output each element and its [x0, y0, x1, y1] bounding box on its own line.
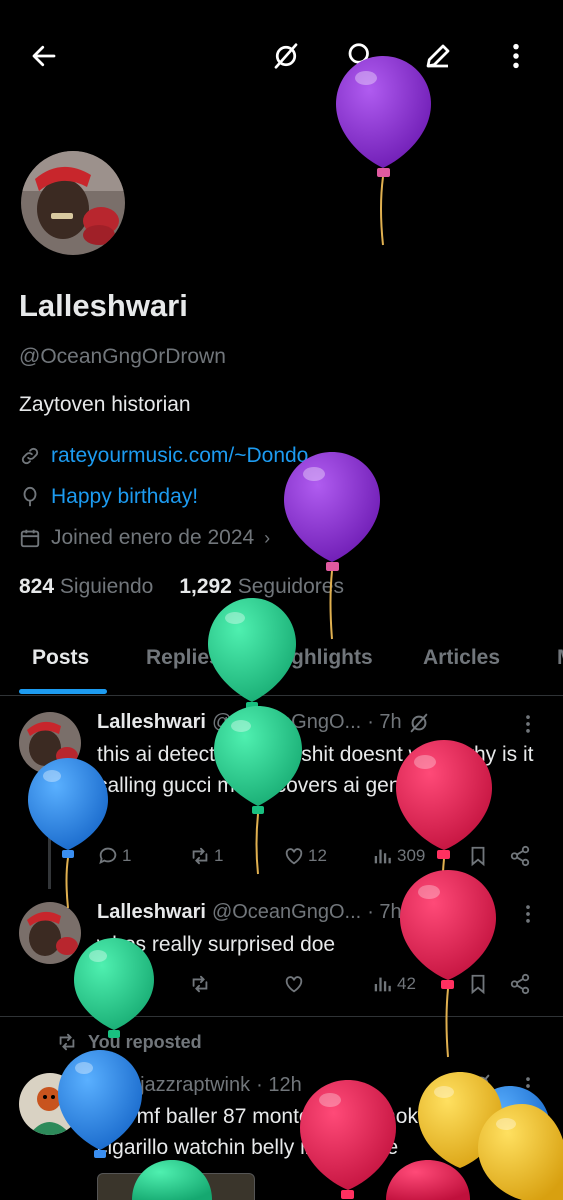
repost-icon [192, 847, 208, 865]
post-avatar[interactable] [19, 902, 81, 964]
birthday-text[interactable]: Happy birthday! [51, 485, 198, 509]
post-time: · 7h [367, 711, 402, 733]
follow-stats: 824 Siguiendo 1,292 Seguidores [19, 575, 344, 599]
post-avatar[interactable] [19, 1073, 81, 1135]
profile-avatar[interactable] [18, 148, 128, 258]
top-bar [0, 0, 563, 112]
views-button[interactable]: 309 [372, 845, 425, 867]
chevron-right-icon: › [264, 527, 271, 548]
profile-link[interactable]: rateyourmusic.com/~Dondo [51, 444, 308, 468]
post-more-icon[interactable] [517, 713, 539, 735]
share-button[interactable] [509, 845, 531, 867]
repost-indicator: You reposted [56, 1031, 202, 1053]
post-author-name[interactable]: Lalleshwari [97, 901, 206, 924]
post-2[interactable]: Lalleshwari @OceanGngO... · 7h whos real… [0, 885, 563, 1015]
edit-icon [426, 44, 450, 68]
edit-button[interactable] [418, 36, 458, 76]
reply-icon [99, 975, 117, 993]
post-header: ✦ @jazzraptwink · 12h [97, 1073, 302, 1098]
profile-link-row: rateyourmusic.com/~Dondo [19, 444, 308, 468]
like-button[interactable]: 12 [283, 845, 327, 867]
post-author-name[interactable]: Lalleshwari [97, 711, 206, 734]
post-author-handle[interactable]: @OceanGngO... [212, 901, 361, 924]
share-icon [510, 845, 530, 867]
post-actions: 42 [97, 973, 537, 1003]
views-icon [374, 977, 391, 992]
profile-name: Lalleshwari [19, 288, 188, 323]
reply-icon [99, 847, 117, 865]
joined-text: Joined enero de 2024 [51, 526, 255, 549]
tab-highlights[interactable]: Highlights [270, 646, 373, 670]
repost-button[interactable]: 1 [189, 845, 223, 867]
post-avatar[interactable] [19, 712, 81, 774]
followers-stat[interactable]: 1,292 Seguidores [179, 575, 344, 599]
joined-row: Joined enero de 2024 › [19, 526, 270, 550]
search-icon [348, 43, 373, 68]
search-button[interactable] [340, 36, 380, 76]
post-more-icon[interactable] [517, 903, 539, 925]
tab-more[interactable]: M [557, 646, 563, 670]
repost-label: You reposted [88, 1031, 202, 1052]
grok-icon [274, 43, 298, 69]
repost-icon [192, 975, 208, 993]
repost-icon [59, 1033, 75, 1051]
link-icon [21, 447, 39, 465]
views-icon [374, 849, 391, 864]
bookmark-icon [471, 846, 485, 867]
post-more-icon[interactable] [517, 1075, 539, 1097]
post-actions: 1 1 12 309 [97, 845, 537, 875]
more-vertical-icon [513, 43, 519, 69]
calendar-icon [20, 529, 40, 548]
post-header: Lalleshwari @OceanGngO... · 7h [97, 901, 430, 924]
back-button[interactable] [24, 36, 64, 76]
profile-tabs: Posts Replies Highlights Articles M [0, 630, 563, 696]
repost-button[interactable] [189, 973, 211, 995]
post-header: Lalleshwari @OceanGngO... · 7h [97, 711, 430, 734]
tab-posts[interactable]: Posts [32, 646, 89, 670]
thread-line [48, 779, 51, 889]
heart-icon [285, 976, 303, 993]
share-button[interactable] [509, 973, 531, 995]
bookmark-icon [471, 974, 485, 995]
tab-replies[interactable]: Replies [146, 646, 221, 670]
profile-bio: Zaytoven historian [19, 393, 191, 416]
grok-icon[interactable] [408, 902, 430, 924]
grok-icon[interactable] [470, 1073, 492, 1095]
arrow-left-icon [32, 45, 56, 67]
grok-icon[interactable] [408, 712, 430, 734]
tab-articles[interactable]: Articles [423, 646, 500, 670]
grok-button[interactable] [266, 36, 306, 76]
post-media-thumbnail[interactable] [97, 1173, 255, 1200]
reply-button[interactable]: 1 [97, 845, 131, 867]
following-stat[interactable]: 824 Siguiendo [19, 575, 153, 599]
heart-icon [285, 848, 303, 865]
profile-handle: @OceanGngOrDrown [19, 345, 226, 368]
post-1[interactable]: Lalleshwari @OceanGngO... · 7h this ai d… [0, 697, 563, 889]
post-text: ima mf baller 87 monte carlo smoking a c… [97, 1105, 464, 1159]
birthday-row: Happy birthday! [19, 485, 198, 509]
sparkle-icon: ✦ [97, 1075, 114, 1097]
balloon-purple-2 [284, 452, 380, 640]
views-button[interactable]: 42 [372, 973, 416, 995]
post-text: whos really surprised doe [97, 933, 336, 956]
post-author-handle[interactable]: @jazzraptwink [120, 1074, 250, 1097]
post-text: this ai detector twitter shit doesnt wor… [97, 743, 534, 797]
like-button[interactable] [283, 973, 305, 995]
share-icon [510, 973, 530, 995]
balloon-icon [23, 486, 37, 507]
more-button[interactable] [496, 36, 536, 76]
active-tab-indicator [19, 689, 107, 694]
post-time: · 7h [367, 901, 402, 923]
reply-button[interactable] [97, 973, 119, 995]
bookmark-button[interactable] [467, 973, 489, 995]
post-time: · 12h [256, 1074, 302, 1096]
post-author-handle[interactable]: @OceanGngO... [212, 711, 361, 734]
bookmark-button[interactable] [467, 845, 489, 867]
post-3[interactable]: You reposted ✦ @jazzraptwink · 12h ima m… [0, 1017, 563, 1200]
